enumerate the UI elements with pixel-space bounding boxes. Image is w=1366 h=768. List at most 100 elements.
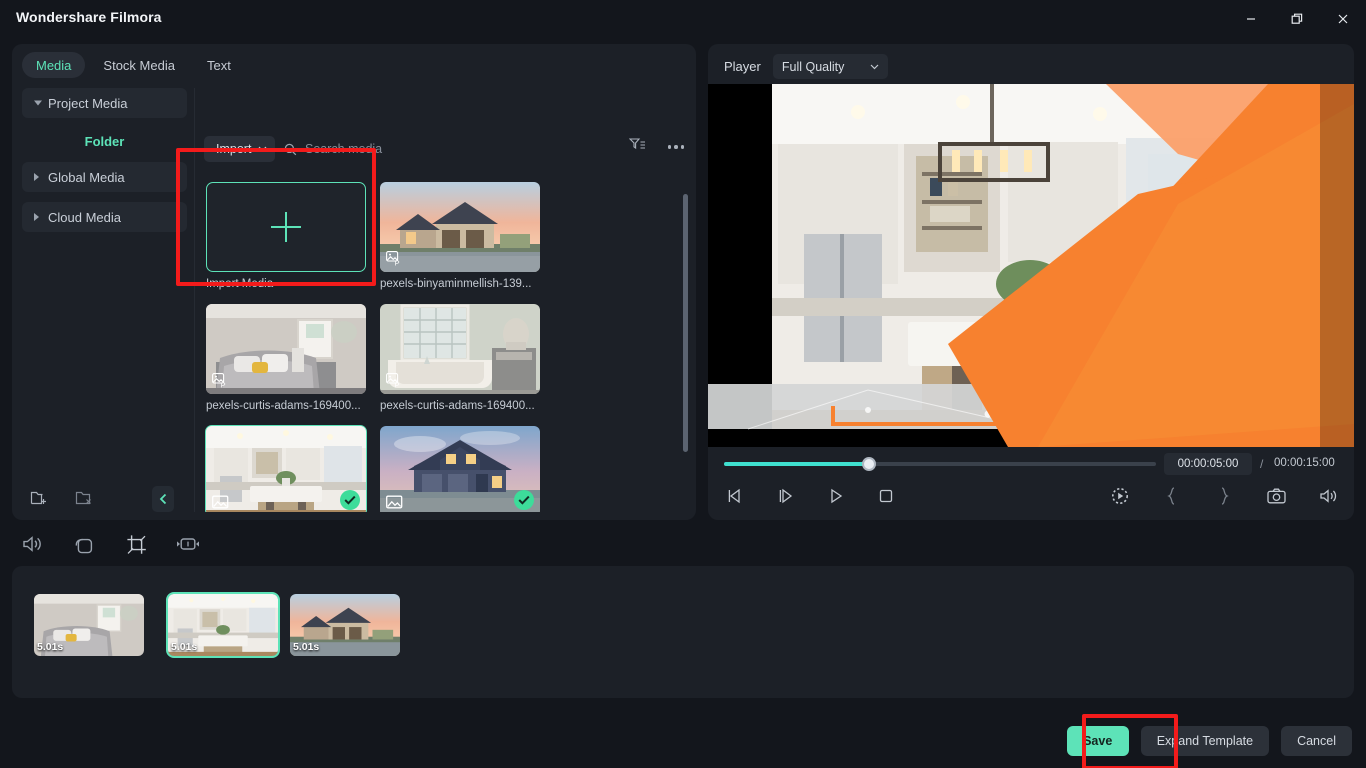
player-label: Player [724,59,761,74]
volume-tool-icon[interactable] [20,532,44,556]
next-frame-button[interactable] [774,484,798,508]
sidebar-item-global-media[interactable]: Global Media [22,162,187,192]
import-media-tile[interactable] [206,182,366,272]
media-thumbnail[interactable]: P [206,304,366,394]
tab-text[interactable]: Text [193,52,245,78]
media-thumbnail[interactable] [380,426,540,512]
photo-p-icon: P [386,373,403,389]
delete-folder-icon[interactable] [75,489,94,506]
expand-template-button[interactable]: Expand Template [1140,726,1270,756]
media-item-kitchen[interactable]: 02 Replace Your Photo... [205,425,367,512]
new-folder-icon[interactable] [30,489,49,506]
chevron-right-icon [34,173,39,181]
import-button[interactable]: Import [204,136,276,162]
chevron-down-icon [870,64,879,69]
media-thumbnail[interactable]: P [380,304,540,394]
duration-tool-icon[interactable] [176,532,200,556]
timeline-panel: 5.01s 5.01s 5.01s [12,566,1354,698]
close-button[interactable] [1320,0,1366,38]
media-toolbar: Import Search media [204,136,686,162]
seek-track[interactable] [724,457,1156,471]
media-sidebar: Project Media Folder Global Media Cloud … [22,88,187,512]
selected-check-icon [340,490,360,510]
more-options-icon[interactable] [667,145,684,149]
crop-tool-icon[interactable] [124,532,148,556]
media-item-house-dusk[interactable]: P pexels-binyaminmellish-139... [380,182,540,290]
media-item-label: pexels-curtis-adams-169400... [380,400,535,412]
media-panel: Media Stock Media Text Project Media Fol… [12,44,696,520]
previous-frame-button[interactable] [724,484,748,508]
snapshot-button[interactable] [1264,484,1288,508]
timeline-clip[interactable]: 5.01s [34,594,144,656]
quality-value: Full Quality [781,59,845,74]
cancel-button[interactable]: Cancel [1281,726,1352,756]
seek-handle[interactable] [862,457,876,471]
photo-p-icon: P [386,251,403,267]
search-placeholder: Search media [305,142,383,156]
folder-tools [30,489,94,506]
edit-toolbar [20,532,200,556]
search-input[interactable]: Search media [284,136,382,162]
sidebar-item-label: Cloud Media [48,209,121,225]
render-preview-button[interactable] [1108,484,1132,508]
filmora-window: Wondershare Filmora Media Stock Media Te… [0,0,1366,768]
window-controls [1228,0,1366,38]
svg-text:P: P [395,380,400,388]
clip-duration: 5.01s [171,641,198,653]
current-time: 00:00:05:00 [1164,453,1252,475]
chevron-right-icon [34,213,39,221]
media-thumbnail[interactable] [205,425,367,512]
minimize-button[interactable] [1228,0,1274,38]
timeline-clip[interactable]: 5.01s [166,592,280,658]
selected-check-icon [514,490,534,510]
image-icon [212,494,231,510]
player-controls [708,480,1354,520]
play-button[interactable] [824,484,848,508]
media-item-import[interactable]: Import Media [206,182,366,290]
time-separator: / [1260,457,1264,471]
footer-actions: Save Expand Template Cancel [1066,726,1352,756]
sidebar-item-cloud-media[interactable]: Cloud Media [22,202,187,232]
volume-button[interactable] [1316,484,1340,508]
panel-divider [194,88,195,512]
media-item-label: Import Media [206,278,274,290]
sidebar-item-folder[interactable]: Folder [22,128,187,154]
collapse-panel-icon[interactable] [152,486,174,512]
tab-stock-media[interactable]: Stock Media [89,52,189,78]
app-title: Wondershare Filmora [16,9,162,25]
rotate-tool-icon[interactable] [72,532,96,556]
media-grid: Import Media P pexels-binyaminmellish-13… [200,176,688,512]
import-button-label: Import [216,142,252,156]
seek-row: 00:00:05:00 / 00:00:15:00 [708,448,1354,482]
media-item-house-night[interactable]: 02 Replace Your Photo... [380,426,540,512]
quality-dropdown[interactable]: Full Quality [772,54,888,79]
media-thumbnail[interactable]: P [380,182,540,272]
preview-stage[interactable] [708,84,1354,447]
tab-media[interactable]: Media [22,52,86,78]
timeline-clip[interactable]: 5.01s [290,594,400,656]
total-time: 00:00:15:00 [1274,457,1335,469]
media-scrollbar[interactable] [683,194,688,452]
sidebar-item-project-media[interactable]: Project Media [22,88,187,118]
media-item-label: pexels-binyaminmellish-139... [380,278,532,290]
media-item-bathroom[interactable]: P pexels-curtis-adams-169400... [380,304,540,412]
sidebar-item-label: Project Media [48,95,128,111]
image-icon [386,494,405,510]
restore-button[interactable] [1274,0,1320,38]
title-bar: Wondershare Filmora [0,0,1366,38]
media-tabs: Media Stock Media Text [22,52,245,78]
chevron-down-icon [34,100,42,106]
clip-duration: 5.01s [37,641,64,653]
media-item-bedroom[interactable]: P pexels-curtis-adams-169400... [206,304,366,412]
media-item-label: pexels-curtis-adams-169400... [206,400,361,412]
photo-p-icon: P [212,373,229,389]
chevron-down-icon [259,146,267,152]
player-header: Player Full Quality [724,54,888,79]
mark-in-button[interactable] [1160,484,1184,508]
mark-out-button[interactable] [1212,484,1236,508]
filter-sort-icon[interactable] [628,137,646,157]
clip-duration: 5.01s [293,641,320,653]
save-button[interactable]: Save [1066,726,1129,756]
stop-button[interactable] [874,484,898,508]
media-toolbar-actions [628,137,684,157]
